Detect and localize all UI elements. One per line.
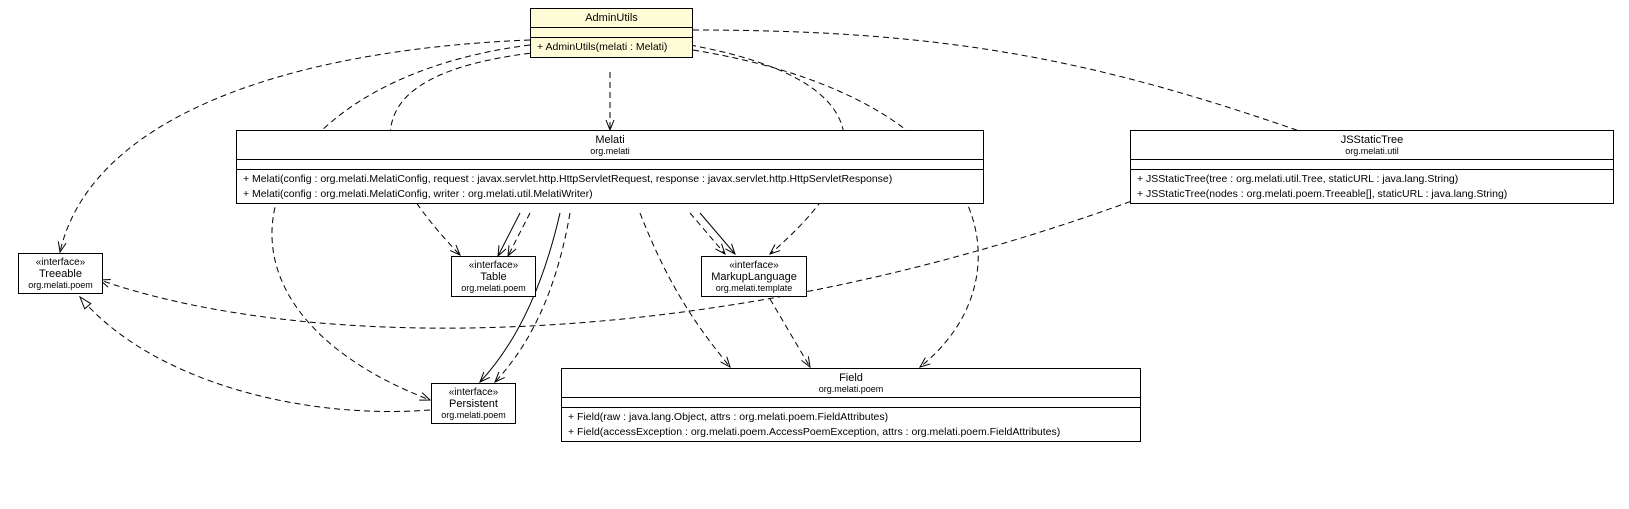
stereotype: «interface» [440, 387, 507, 398]
class-package: org.melati.util [1139, 146, 1605, 156]
interface-treeable[interactable]: «interface» Treeable org.melati.poem [18, 253, 103, 294]
interface-markuplanguage[interactable]: «interface» MarkupLanguage org.melati.te… [701, 256, 807, 297]
class-package: org.melati.template [710, 283, 798, 293]
class-adminutils[interactable]: AdminUtils + AdminUtils(melati : Melati) [530, 8, 693, 58]
class-attrs [1131, 160, 1613, 170]
class-name: JSStaticTree [1139, 134, 1605, 146]
class-attrs [531, 28, 692, 38]
operation: + Field(raw : java.lang.Object, attrs : … [568, 410, 1134, 425]
class-ops: + Melati(config : org.melati.MelatiConfi… [237, 170, 983, 203]
class-package: org.melati [245, 146, 975, 156]
class-melati[interactable]: Melati org.melati + Melati(config : org.… [236, 130, 984, 204]
class-ops: + Field(raw : java.lang.Object, attrs : … [562, 408, 1140, 441]
class-attrs [562, 398, 1140, 408]
class-name: Melati [245, 134, 975, 146]
operation: + JSStaticTree(tree : org.melati.util.Tr… [1137, 172, 1607, 187]
class-jsstatictree[interactable]: JSStaticTree org.melati.util + JSStaticT… [1130, 130, 1614, 204]
class-name: MarkupLanguage [710, 271, 798, 283]
operation: + AdminUtils(melati : Melati) [537, 40, 686, 55]
class-name: AdminUtils [539, 12, 684, 24]
class-field[interactable]: Field org.melati.poem + Field(raw : java… [561, 368, 1141, 442]
class-name: Table [460, 271, 527, 283]
operation: + JSStaticTree(nodes : org.melati.poem.T… [1137, 187, 1607, 202]
class-package: org.melati.poem [440, 410, 507, 420]
operation: + Field(accessException : org.melati.poe… [568, 425, 1134, 440]
stereotype: «interface» [460, 260, 527, 271]
class-ops: + JSStaticTree(tree : org.melati.util.Tr… [1131, 170, 1613, 203]
interface-persistent[interactable]: «interface» Persistent org.melati.poem [431, 383, 516, 424]
class-name: Field [570, 372, 1132, 384]
class-attrs [237, 160, 983, 170]
class-package: org.melati.poem [27, 280, 94, 290]
class-name: Treeable [27, 268, 94, 280]
operation: + Melati(config : org.melati.MelatiConfi… [243, 172, 977, 187]
stereotype: «interface» [27, 257, 94, 268]
class-ops: + AdminUtils(melati : Melati) [531, 38, 692, 57]
class-package: org.melati.poem [570, 384, 1132, 394]
interface-table[interactable]: «interface» Table org.melati.poem [451, 256, 536, 297]
stereotype: «interface» [710, 260, 798, 271]
class-package: org.melati.poem [460, 283, 527, 293]
class-name: Persistent [440, 398, 507, 410]
operation: + Melati(config : org.melati.MelatiConfi… [243, 187, 977, 202]
